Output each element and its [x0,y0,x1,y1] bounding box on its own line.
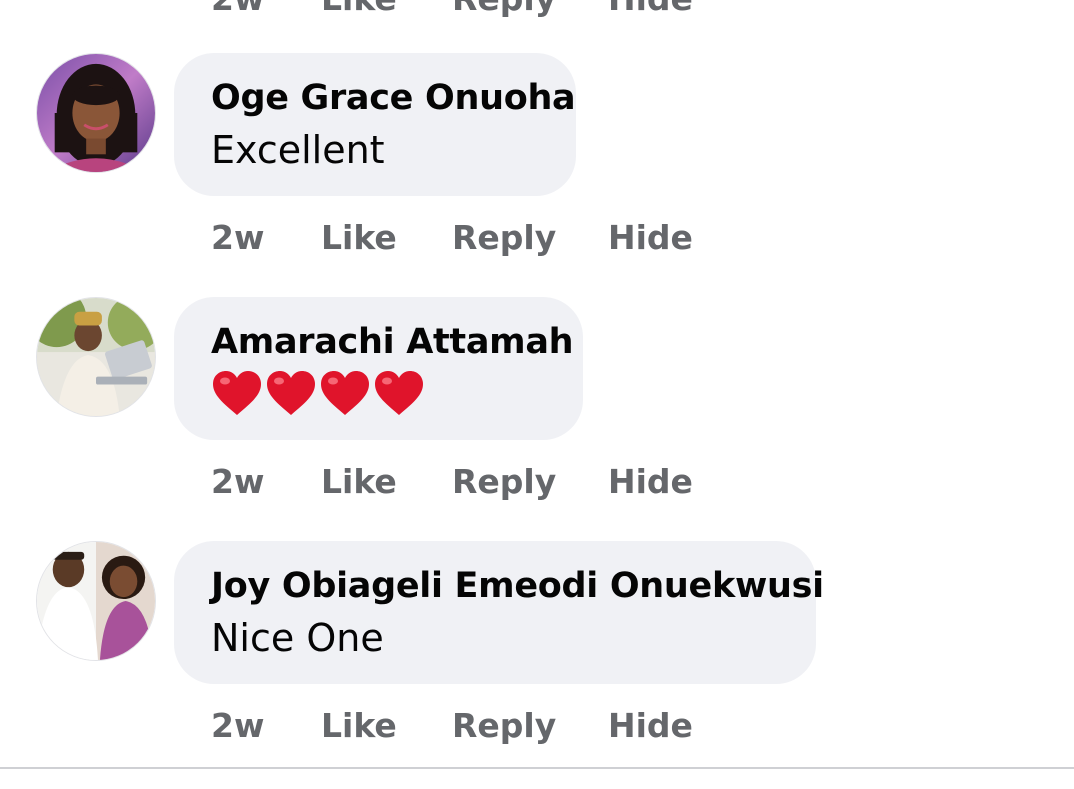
comment-time: 2w [211,461,265,501]
hide-button[interactable]: Hide [608,0,693,18]
heart-icon [375,371,423,415]
comment-author[interactable]: Amarachi Attamah [211,317,574,367]
heart-icon [213,371,261,415]
previous-comment-actions: 2w Like Reply Hide [211,0,693,18]
avatar-image [37,298,155,416]
comment-text [211,369,546,417]
comment-bubble: Amarachi Attamah [174,297,583,440]
comment-author[interactable]: Oge Grace Onuoha [211,73,576,123]
comment-bubble: Joy Obiageli Emeodi Onuekwusi Nice One [174,541,824,684]
comment-author[interactable]: Joy Obiageli Emeodi Onuekwusi [211,561,824,611]
hide-button[interactable]: Hide [608,706,693,745]
reply-button[interactable]: Reply [452,706,608,745]
comment-time: 2w [211,217,265,257]
hide-button[interactable]: Hide [608,462,693,501]
comment-actions: 2w Like Reply Hide [211,456,693,506]
reply-button[interactable]: Reply [452,0,608,18]
like-button[interactable]: Like [321,218,452,257]
comment-time: 2w [211,0,321,18]
avatar[interactable] [36,53,156,173]
avatar[interactable] [36,297,156,417]
like-button[interactable]: Like [321,0,452,18]
heart-icon [267,371,315,415]
avatar[interactable] [36,541,156,661]
heart-icon [321,371,369,415]
like-button[interactable]: Like [321,462,452,501]
comment-text: Excellent [211,128,385,172]
avatar-image [37,542,155,660]
reply-button[interactable]: Reply [452,462,608,501]
divider [0,767,1074,769]
comment-text: Nice One [211,616,384,660]
comments-section: 2w Like Reply Hide [0,0,1074,789]
reply-button[interactable]: Reply [452,218,608,257]
comment-bubble: Oge Grace Onuoha Excellent [174,53,576,196]
comment-actions: 2w Like Reply Hide [211,700,693,750]
avatar-image [37,54,155,172]
hide-button[interactable]: Hide [608,218,693,257]
comment-actions: 2w Like Reply Hide [211,212,693,262]
like-button[interactable]: Like [321,706,452,745]
comment-time: 2w [211,705,265,745]
